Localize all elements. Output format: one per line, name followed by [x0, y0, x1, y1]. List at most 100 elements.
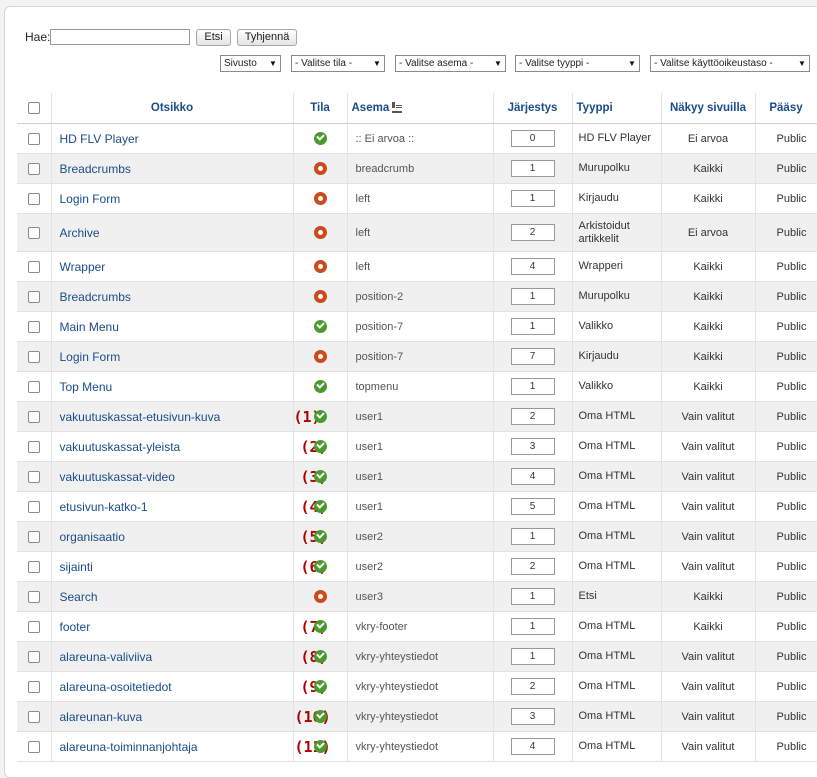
unpublished-icon[interactable] — [313, 226, 327, 239]
row-checkbox[interactable] — [27, 440, 40, 453]
module-title-link[interactable]: vakuutuskassat-video — [60, 470, 175, 484]
module-title-link[interactable]: Search — [60, 590, 98, 604]
module-title-link[interactable]: Archive — [60, 226, 100, 240]
row-checkbox[interactable] — [27, 710, 40, 723]
module-title-link[interactable]: alareuna-osoitetiedot — [60, 680, 172, 694]
header-access[interactable]: Pääsy — [755, 93, 817, 124]
order-input[interactable]: 4 — [510, 738, 555, 755]
unpublished-icon[interactable] — [313, 192, 327, 205]
order-input[interactable]: 4 — [510, 468, 555, 485]
order-input[interactable]: 1 — [510, 618, 555, 635]
module-title-link[interactable]: footer — [60, 620, 91, 634]
published-icon[interactable] — [313, 530, 327, 543]
row-checkbox[interactable] — [27, 380, 40, 393]
clear-button[interactable]: Tyhjennä — [236, 28, 298, 46]
row-checkbox[interactable] — [27, 192, 40, 205]
module-title-link[interactable]: alareuna-toiminnanjohtaja — [60, 740, 198, 754]
row-checkbox[interactable] — [27, 560, 40, 573]
order-input[interactable]: 7 — [510, 348, 555, 365]
order-input[interactable]: 1 — [510, 378, 555, 395]
published-icon[interactable] — [313, 132, 327, 145]
module-title-link[interactable]: Login Form — [60, 350, 121, 364]
search-button[interactable]: Etsi — [196, 28, 231, 46]
access-filter-select[interactable]: - Valitse käyttöoikeustaso - ▼ — [650, 55, 810, 72]
type-filter-select[interactable]: - Valitse tyyppi - ▼ — [515, 55, 640, 72]
module-title-link[interactable]: Wrapper — [60, 260, 106, 274]
order-input[interactable]: 1 — [510, 160, 555, 177]
order-input[interactable]: 2 — [510, 678, 555, 695]
order-input[interactable]: 2 — [510, 408, 555, 425]
module-title-link[interactable]: vakuutuskassat-etusivun-kuva — [60, 410, 221, 424]
order-input[interactable]: 5 — [510, 498, 555, 515]
module-title-link[interactable]: etusivun-katko-1 — [60, 500, 148, 514]
published-icon[interactable] — [313, 500, 327, 513]
row-checkbox[interactable] — [27, 470, 40, 483]
published-icon[interactable] — [313, 470, 327, 483]
published-icon[interactable] — [313, 380, 327, 393]
published-icon[interactable] — [313, 440, 327, 453]
order-input[interactable]: 2 — [510, 224, 555, 241]
module-title-link[interactable]: vakuutuskassat-yleista — [60, 440, 181, 454]
published-icon[interactable] — [313, 410, 327, 423]
header-type[interactable]: Tyyppi — [572, 93, 662, 124]
row-checkbox[interactable] — [27, 620, 40, 633]
published-icon[interactable] — [313, 650, 327, 663]
header-status[interactable]: Tila — [293, 93, 348, 124]
header-order[interactable]: Järjestys — [493, 93, 573, 124]
order-input[interactable]: 1 — [510, 648, 555, 665]
row-checkbox[interactable] — [27, 680, 40, 693]
order-input[interactable]: 2 — [510, 558, 555, 575]
header-pages[interactable]: Näkyy sivuilla — [661, 93, 756, 124]
module-title-link[interactable]: alareunan-kuva — [60, 710, 143, 724]
row-checkbox[interactable] — [27, 260, 40, 273]
order-input[interactable]: 1 — [510, 190, 555, 207]
order-input[interactable]: 1 — [510, 528, 555, 545]
row-checkbox[interactable] — [27, 162, 40, 175]
site-filter-select[interactable]: Sivusto ▼ — [220, 55, 281, 72]
module-title-link[interactable]: HD FLV Player — [60, 132, 139, 146]
search-input[interactable] — [50, 29, 191, 45]
row-checkbox[interactable] — [27, 350, 40, 363]
row-checkbox[interactable] — [27, 740, 40, 753]
row-checkbox[interactable] — [27, 290, 40, 303]
position-filter-select[interactable]: - Valitse asema - ▼ — [395, 55, 506, 72]
unpublished-icon[interactable] — [313, 162, 327, 175]
row-checkbox[interactable] — [27, 132, 40, 145]
row-checkbox[interactable] — [27, 500, 40, 513]
order-input[interactable]: 1 — [510, 288, 555, 305]
state-filter-select[interactable]: - Valitse tila - ▼ — [291, 55, 385, 72]
row-checkbox[interactable] — [27, 650, 40, 663]
order-input[interactable]: 3 — [510, 708, 555, 725]
module-title-link[interactable]: Breadcrumbs — [60, 162, 131, 176]
unpublished-icon[interactable] — [313, 290, 327, 303]
module-title-link[interactable]: alareuna-valiviiva — [60, 650, 153, 664]
module-title-link[interactable]: organisaatio — [60, 530, 125, 544]
unpublished-icon[interactable] — [313, 590, 327, 603]
published-icon[interactable] — [313, 560, 327, 573]
unpublished-icon[interactable] — [313, 350, 327, 363]
published-icon[interactable] — [313, 320, 327, 333]
row-checkbox[interactable] — [27, 410, 40, 423]
order-input[interactable]: 4 — [510, 258, 555, 275]
header-position[interactable]: Asema — [347, 93, 494, 124]
module-title-link[interactable]: Login Form — [60, 192, 121, 206]
unpublished-icon[interactable] — [313, 260, 327, 273]
published-icon[interactable] — [313, 680, 327, 693]
row-checkbox[interactable] — [27, 226, 40, 239]
row-checkbox[interactable] — [27, 590, 40, 603]
order-input[interactable]: 1 — [510, 588, 555, 605]
published-icon[interactable] — [313, 620, 327, 633]
module-title-link[interactable]: Breadcrumbs — [60, 290, 131, 304]
module-title-link[interactable]: sijainti — [60, 560, 93, 574]
module-title-link[interactable]: Main Menu — [60, 320, 119, 334]
published-icon[interactable] — [313, 710, 327, 723]
row-checkbox[interactable] — [27, 530, 40, 543]
order-input[interactable]: 0 — [510, 130, 555, 147]
header-title[interactable]: Otsikko — [51, 93, 294, 124]
order-input[interactable]: 1 — [510, 318, 555, 335]
order-input[interactable]: 3 — [510, 438, 555, 455]
row-checkbox[interactable] — [27, 320, 40, 333]
module-title-link[interactable]: Top Menu — [60, 380, 113, 394]
published-icon[interactable] — [313, 740, 327, 753]
select-all-checkbox[interactable] — [27, 102, 40, 114]
